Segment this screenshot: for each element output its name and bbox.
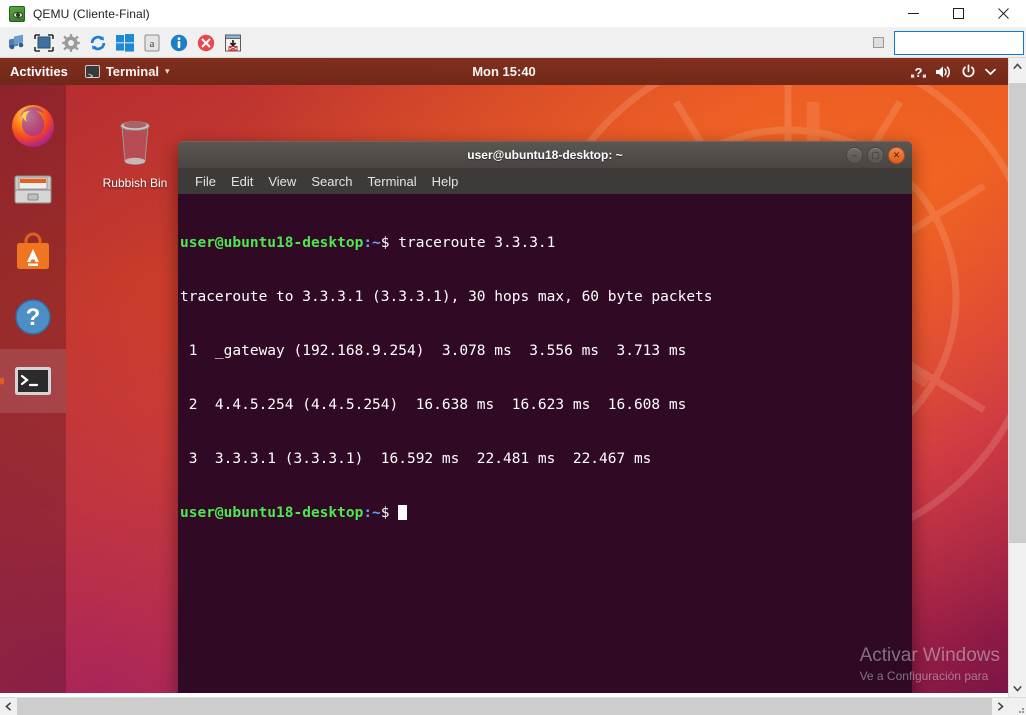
qemu-host-window: QEMU (Cliente-Final) bbox=[0, 0, 1026, 714]
terminal-icon bbox=[85, 65, 100, 78]
desktop-icon-label: Rubbish Bin bbox=[96, 176, 174, 190]
terminal-cursor bbox=[398, 505, 407, 520]
scroll-right-arrow-icon[interactable] bbox=[992, 698, 1009, 715]
terminal-maximize-button[interactable]: ▢ bbox=[867, 147, 884, 164]
prompt-path: :~ bbox=[363, 505, 380, 521]
prompt-dollar: $ bbox=[381, 505, 390, 521]
host-titlebar: QEMU (Cliente-Final) bbox=[0, 0, 1026, 28]
ubuntu-vm-screen: Activities Terminal ▾ Mon 15:40 ? bbox=[0, 58, 1008, 693]
menu-file[interactable]: File bbox=[188, 172, 223, 191]
toolbar-checkbox[interactable] bbox=[873, 37, 884, 48]
svg-text:?: ? bbox=[26, 304, 41, 331]
sidebar-item-help[interactable]: ? bbox=[0, 285, 66, 349]
power-menu-icon[interactable] bbox=[961, 64, 976, 79]
terminal-line-output: 1 _gateway (192.168.9.254) 3.078 ms 3.55… bbox=[180, 342, 912, 360]
scroll-up-arrow-icon[interactable] bbox=[1009, 58, 1026, 75]
prompt-path: :~ bbox=[363, 235, 380, 251]
terminal-line-output: 3 3.3.3.1 (3.3.3.1) 16.592 ms 22.481 ms … bbox=[180, 450, 912, 468]
help-icon: ? bbox=[9, 293, 57, 341]
prompt-dollar: $ bbox=[381, 235, 390, 251]
menu-help[interactable]: Help bbox=[425, 172, 466, 191]
terminal-window: user@ubuntu18-desktop: ~ – ▢ ✕ File Edit… bbox=[178, 141, 912, 693]
search-input[interactable] bbox=[894, 31, 1024, 55]
terminal-command: traceroute 3.3.3.1 bbox=[390, 235, 556, 251]
app-menu-label: Terminal bbox=[106, 58, 159, 85]
firefox-icon bbox=[9, 101, 57, 149]
menu-search[interactable]: Search bbox=[304, 172, 359, 191]
host-window-buttons bbox=[891, 0, 1026, 28]
qemu-toolbar: a bbox=[0, 28, 1026, 58]
terminal-line-output: traceroute to 3.3.3.1 (3.3.3.1), 30 hops… bbox=[180, 288, 912, 306]
settings-gear-icon[interactable] bbox=[57, 30, 84, 56]
sidebar-item-firefox[interactable] bbox=[0, 93, 66, 157]
files-icon bbox=[9, 165, 57, 213]
scroll-track-top[interactable] bbox=[1009, 75, 1026, 83]
scroll-track-bottom[interactable] bbox=[1009, 543, 1026, 680]
vertical-scroll-thumb[interactable] bbox=[1009, 83, 1026, 543]
terminal-output-area[interactable]: user@ubuntu18-desktop:~$ traceroute 3.3.… bbox=[178, 194, 912, 693]
horizontal-scroll-thumb[interactable] bbox=[17, 698, 992, 715]
desktop-icon-trash[interactable]: Rubbish Bin bbox=[96, 117, 174, 190]
screenshot-save-icon[interactable] bbox=[219, 30, 246, 56]
info-icon[interactable] bbox=[165, 30, 192, 56]
system-tray: ? bbox=[911, 64, 1008, 79]
pause-icon[interactable] bbox=[3, 30, 30, 56]
maximize-button[interactable] bbox=[936, 0, 981, 28]
chevron-down-icon: ▾ bbox=[165, 58, 170, 85]
menu-terminal[interactable]: Terminal bbox=[361, 172, 424, 191]
activities-button[interactable]: Activities bbox=[0, 58, 77, 85]
menu-edit[interactable]: Edit bbox=[224, 172, 260, 191]
app-menu-terminal[interactable]: Terminal ▾ bbox=[77, 58, 178, 85]
toolbar-right-group bbox=[873, 28, 1026, 58]
terminal-icon bbox=[9, 357, 57, 405]
qemu-icon bbox=[9, 6, 25, 22]
ubuntu-dock: ? bbox=[0, 85, 66, 693]
terminal-line-command: user@ubuntu18-desktop:~$ traceroute 3.3.… bbox=[180, 234, 912, 252]
prompt-user: user@ubuntu18-desktop bbox=[180, 235, 363, 251]
terminal-title: user@ubuntu18-desktop: ~ bbox=[178, 148, 912, 162]
windows-logo-icon[interactable] bbox=[111, 30, 138, 56]
close-button[interactable] bbox=[981, 0, 1026, 28]
snapshot-icon[interactable]: a bbox=[138, 30, 165, 56]
terminal-titlebar[interactable]: user@ubuntu18-desktop: ~ – ▢ ✕ bbox=[178, 141, 912, 168]
terminal-minimize-button[interactable]: – bbox=[846, 147, 863, 164]
trash-icon bbox=[112, 117, 158, 169]
prompt-user: user@ubuntu18-desktop bbox=[180, 505, 363, 521]
reset-refresh-icon[interactable] bbox=[84, 30, 111, 56]
fullscreen-icon[interactable] bbox=[30, 30, 57, 56]
volume-icon[interactable] bbox=[935, 65, 952, 79]
ubuntu-software-icon bbox=[9, 229, 57, 277]
svg-text:a: a bbox=[149, 38, 154, 50]
sidebar-item-ubuntu-software[interactable] bbox=[0, 221, 66, 285]
minimize-button[interactable] bbox=[891, 0, 936, 28]
terminal-menubar: File Edit View Search Terminal Help bbox=[178, 168, 912, 194]
terminal-line-output: 2 4.4.5.254 (4.4.5.254) 16.638 ms 16.623… bbox=[180, 396, 912, 414]
sidebar-item-files[interactable] bbox=[0, 157, 66, 221]
window-title: QEMU (Cliente-Final) bbox=[33, 7, 150, 21]
sidebar-item-terminal[interactable] bbox=[0, 349, 66, 413]
poweroff-icon[interactable] bbox=[192, 30, 219, 56]
vm-area: Activities Terminal ▾ Mon 15:40 ? bbox=[0, 58, 1026, 697]
scroll-left-arrow-icon[interactable] bbox=[0, 698, 17, 715]
terminal-window-buttons: – ▢ ✕ bbox=[846, 147, 912, 164]
chevron-down-icon[interactable] bbox=[985, 68, 996, 76]
keyboard-input-icon[interactable]: ? bbox=[911, 65, 926, 79]
terminal-line-prompt: user@ubuntu18-desktop:~$ bbox=[180, 504, 912, 522]
horizontal-scrollbar[interactable] bbox=[0, 697, 1026, 714]
terminal-close-button[interactable]: ✕ bbox=[888, 147, 905, 164]
resize-grip[interactable] bbox=[1009, 698, 1026, 715]
svg-text:?: ? bbox=[915, 65, 923, 79]
scroll-down-arrow-icon[interactable] bbox=[1009, 680, 1026, 697]
gnome-topbar: Activities Terminal ▾ Mon 15:40 ? bbox=[0, 58, 1008, 85]
vertical-scrollbar[interactable] bbox=[1008, 58, 1025, 697]
menu-view[interactable]: View bbox=[261, 172, 303, 191]
